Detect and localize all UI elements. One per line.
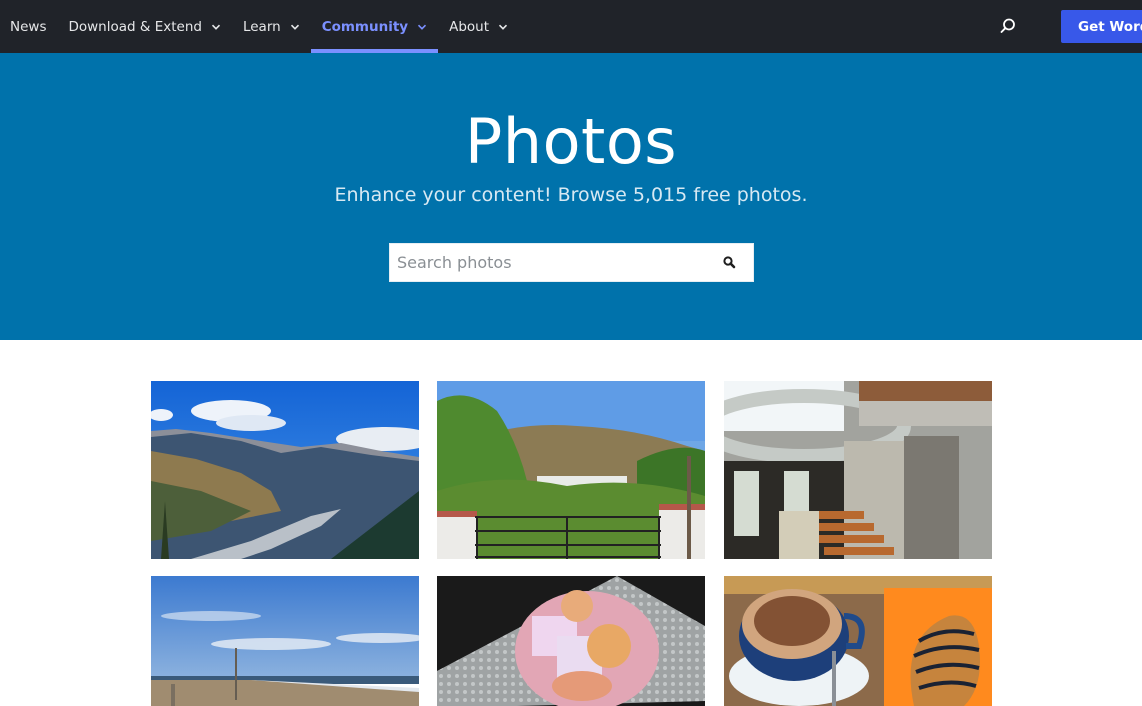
search-icon[interactable]: [998, 16, 1018, 36]
nav-item-label: Download & Extend: [68, 18, 202, 35]
photo-search-form: [389, 243, 754, 282]
search-icon: [723, 256, 736, 269]
nav-item-news[interactable]: News: [10, 0, 46, 53]
top-navigation-bar: News Download & Extend Learn Community A…: [0, 0, 1142, 53]
nav-item-label: News: [10, 18, 47, 35]
page-subtitle: Enhance your content! Browse 5,015 free …: [334, 184, 808, 206]
photo-grid: [151, 381, 992, 706]
chevron-down-icon: [417, 22, 427, 32]
nav-item-about[interactable]: About: [449, 0, 508, 53]
photo-card[interactable]: [151, 381, 419, 559]
nav-item-label: About: [449, 18, 490, 35]
photo-card[interactable]: [724, 576, 992, 706]
page-title: Photos: [464, 105, 678, 178]
main-nav: News Download & Extend Learn Community A…: [0, 0, 508, 53]
chevron-down-icon: [211, 22, 221, 32]
hero-section: Photos Enhance your content! Browse 5,01…: [0, 53, 1142, 340]
get-wordpress-label: Get WordPress: [1078, 18, 1142, 35]
get-wordpress-button[interactable]: Get WordPress: [1061, 10, 1142, 43]
photo-card[interactable]: [724, 381, 992, 559]
nav-item-download-extend[interactable]: Download & Extend: [68, 0, 221, 53]
search-input[interactable]: [390, 244, 710, 281]
nav-item-learn[interactable]: Learn: [243, 0, 300, 53]
nav-item-label: Learn: [242, 18, 281, 35]
search-submit-button[interactable]: [720, 253, 740, 273]
nav-item-label: Community: [321, 18, 409, 35]
photo-card[interactable]: [437, 381, 705, 559]
chevron-down-icon: [498, 22, 508, 32]
chevron-down-icon: [290, 22, 300, 32]
photo-card[interactable]: [437, 576, 705, 706]
nav-item-community[interactable]: Community: [310, 0, 439, 53]
photo-card[interactable]: [151, 576, 419, 706]
